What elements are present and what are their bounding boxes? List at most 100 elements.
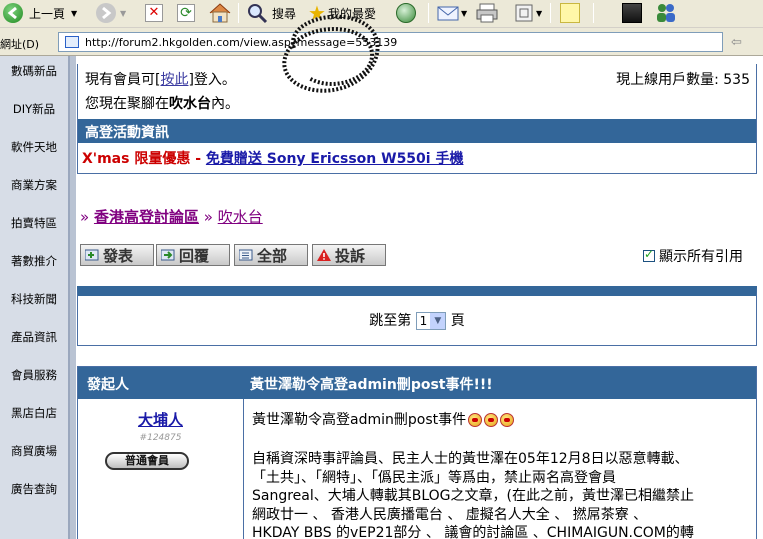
- print-button[interactable]: [476, 2, 498, 24]
- back-arrow-icon: [3, 3, 23, 23]
- nav-item[interactable]: 拍賣特區: [0, 215, 68, 231]
- chevron-down-icon[interactable]: ▼: [71, 9, 77, 18]
- history-icon: [396, 3, 416, 23]
- reply-icon: [161, 249, 175, 261]
- online-label: 現上線用戶數量:: [616, 72, 719, 88]
- page-select[interactable]: 1 ▼: [415, 312, 447, 330]
- reply-label: 回覆: [179, 246, 210, 265]
- chevron-down-icon[interactable]: ▼: [461, 9, 467, 18]
- promo-link[interactable]: 免費贈送 Sony Ericsson W550i 手機: [206, 151, 464, 167]
- angry-emoticon-icon: [500, 413, 515, 427]
- login-prompt: 現有會員可[按此]登入。: [85, 69, 236, 89]
- post-body-line: 自稱資深時事評論員、民主人士的黃世澤在05年12月8日以惡意轉載、: [252, 451, 689, 467]
- author-name-link[interactable]: 大埔人: [78, 409, 243, 430]
- login-link[interactable]: 按此: [160, 72, 188, 88]
- login-prefix: 現有會員可[: [85, 72, 161, 88]
- favorites-label: 我的最愛: [327, 6, 376, 21]
- edit-button[interactable]: ▼: [514, 2, 542, 24]
- page-jump-prefix: 跳至第: [369, 313, 412, 329]
- post-body-line: HKDAY BBS 的vEP21部分 、 議會的討論區 、CHIMAIGUN.C…: [252, 525, 694, 539]
- show-all-button[interactable]: 全部: [234, 244, 308, 266]
- nav-item[interactable]: 產品資訊: [0, 329, 68, 345]
- note-icon: [560, 3, 580, 23]
- report-label: 投訴: [335, 246, 366, 265]
- warning-icon: [317, 249, 331, 261]
- post-subject-text: 黃世澤勒令高登admin刪post事件: [252, 412, 467, 428]
- stop-button[interactable]: ✕: [145, 2, 163, 24]
- stop-icon: ✕: [145, 4, 163, 22]
- location-prefix: 您現在聚腳在: [85, 96, 169, 112]
- address-label: 網址(D): [0, 38, 40, 51]
- nav-item[interactable]: 軟件天地: [0, 139, 68, 155]
- breadcrumb: » 香港高登討論區 » 吹水台: [80, 206, 263, 227]
- page-select-value: 1: [419, 314, 428, 328]
- post-body: 自稱資深時事評論員、民主人士的黃世澤在05年12月8日以惡意轉載、 「土共」、「…: [252, 450, 752, 539]
- toolbar-separator: [238, 3, 239, 23]
- forward-button[interactable]: ▼: [96, 2, 126, 24]
- address-url[interactable]: http://forum2.hkgolden.com/view.asp?mess…: [85, 36, 397, 49]
- back-label: 上一頁: [29, 6, 66, 21]
- nav-item[interactable]: 商業方案: [0, 177, 68, 193]
- go-arrow-icon[interactable]: ⇦: [731, 35, 742, 50]
- post-body-line: Sangreal、大埔人轉載其BLOG之文章，(在此之前，黃世澤已相繼禁止: [252, 488, 694, 504]
- show-quotes-toggle[interactable]: 顯示所有引用: [643, 246, 743, 266]
- messenger-button[interactable]: [654, 2, 678, 24]
- post-header-row: 發起人 黃世澤勒令高登admin刪post事件!!!: [78, 367, 756, 399]
- online-count: 535: [723, 72, 750, 88]
- messenger-users-icon: [657, 4, 675, 22]
- mail-icon: [437, 6, 459, 21]
- refresh-button[interactable]: ⟳: [177, 2, 195, 24]
- breadcrumb-current[interactable]: 吹水台: [218, 208, 263, 226]
- breadcrumb-separator: »: [80, 208, 94, 226]
- nav-item[interactable]: 黑店白店: [0, 405, 68, 421]
- nav-item[interactable]: 科技新聞: [0, 291, 68, 307]
- nav-item[interactable]: DIY新品: [0, 101, 68, 117]
- show-quotes-label: 顯示所有引用: [659, 249, 743, 265]
- report-button[interactable]: 投訴: [312, 244, 386, 266]
- chevron-down-icon[interactable]: ▼: [120, 9, 126, 18]
- page-jump: 跳至第 1 ▼ 頁: [78, 310, 756, 330]
- note-button[interactable]: [560, 2, 580, 24]
- history-button[interactable]: [396, 2, 416, 24]
- post-table: 發起人 黃世澤勒令高登admin刪post事件!!! 大埔人 #124875 普…: [77, 366, 757, 539]
- author-id: #124875: [139, 433, 182, 443]
- research-button[interactable]: [622, 2, 642, 24]
- favorites-button[interactable]: ★ 我的最愛: [308, 1, 376, 25]
- nav-item[interactable]: 廣告查詢: [0, 481, 68, 497]
- nav-item[interactable]: 著數推介: [0, 253, 68, 269]
- home-button[interactable]: [208, 2, 232, 24]
- post-new-button[interactable]: 發表: [80, 244, 154, 266]
- search-button[interactable]: 搜尋: [246, 2, 296, 24]
- breadcrumb-home[interactable]: 香港高登討論區: [94, 208, 199, 226]
- address-input[interactable]: http://forum2.hkgolden.com/view.asp?mess…: [58, 32, 723, 52]
- nav-item[interactable]: 會員服務: [0, 367, 68, 383]
- back-button[interactable]: 上一頁 ▼: [3, 2, 77, 24]
- login-suffix: ]登入。: [188, 72, 236, 88]
- nav-item[interactable]: 數碼新品: [0, 63, 68, 79]
- location-name: 吹水台: [169, 96, 211, 112]
- forward-arrow-icon: [96, 3, 116, 23]
- edit-page-icon: [515, 4, 533, 22]
- printer-icon: [476, 3, 498, 23]
- post-new-label: 發表: [103, 246, 134, 265]
- column-divider: [243, 399, 244, 539]
- pager-panel: 跳至第 1 ▼ 頁: [77, 286, 757, 346]
- reply-button[interactable]: 回覆: [156, 244, 230, 266]
- toolbar-separator: [593, 3, 594, 23]
- show-quotes-checkbox[interactable]: [643, 247, 655, 262]
- page-jump-suffix: 頁: [450, 313, 465, 329]
- angry-emoticon-icon: [484, 413, 499, 427]
- thread-title: 黃世澤勒令高登admin刪post事件!!!: [250, 377, 493, 393]
- chevron-down-icon[interactable]: ▼: [536, 9, 542, 18]
- nav-item[interactable]: 商貿廣場: [0, 443, 68, 459]
- chevron-down-icon[interactable]: ▼: [430, 313, 446, 329]
- events-header: 高登活動資訊: [78, 119, 756, 143]
- toolbar-separator: [428, 3, 429, 23]
- mail-button[interactable]: ▼: [437, 2, 467, 24]
- page-icon: [65, 36, 79, 48]
- location-suffix: 內。: [211, 96, 239, 112]
- search-icon: [248, 4, 268, 24]
- author-column-header: 發起人: [87, 377, 129, 393]
- show-all-label: 全部: [257, 246, 288, 265]
- search-label: 搜尋: [272, 6, 297, 21]
